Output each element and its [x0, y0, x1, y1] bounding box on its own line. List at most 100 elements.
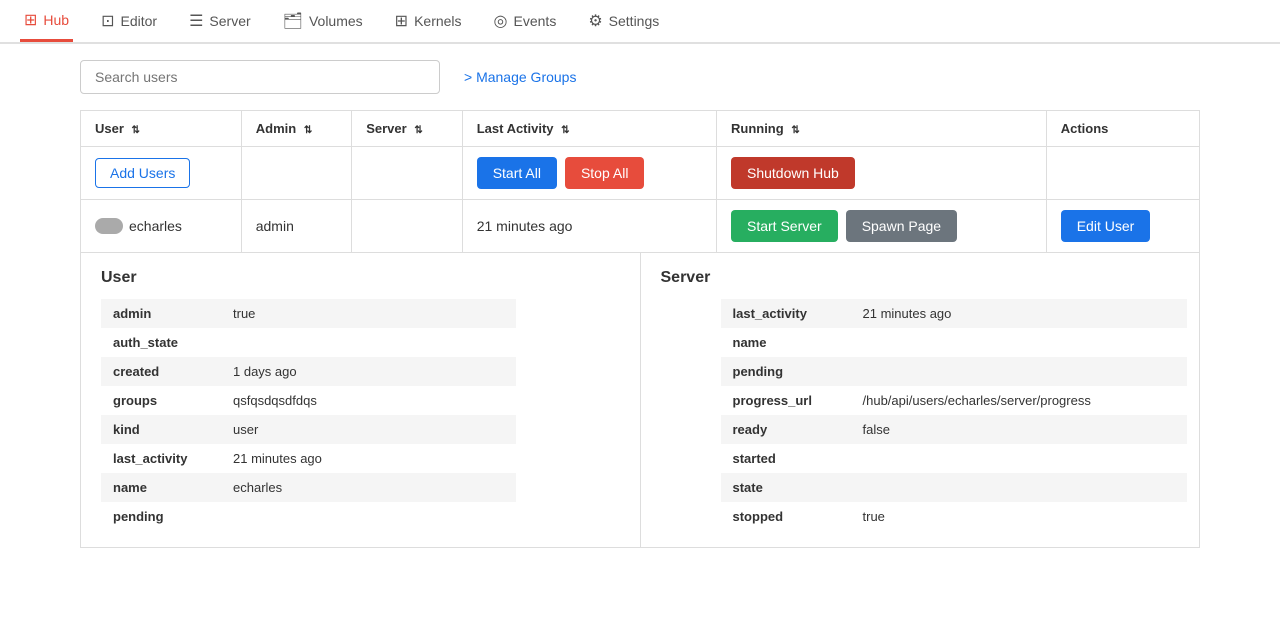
- server-actions-cell: [352, 147, 463, 200]
- col-admin: Admin ⇅: [241, 111, 351, 147]
- user-panel-title: User: [101, 269, 620, 287]
- last-activity-sort-icon[interactable]: ⇅: [561, 125, 569, 136]
- table-row: echarles admin 21 minutes ago Start Serv…: [81, 200, 1200, 253]
- shutdown-cell: Shutdown Hub: [716, 147, 1046, 200]
- events-icon: ◎: [494, 11, 508, 31]
- server-field-key: last_activity: [721, 299, 851, 328]
- admin-sort-icon[interactable]: ⇅: [304, 125, 312, 136]
- server-field-key: ready: [721, 415, 851, 444]
- col-running: Running ⇅: [716, 111, 1046, 147]
- nav-kernels-label: Kernels: [414, 13, 461, 29]
- search-input[interactable]: [80, 60, 440, 94]
- server-sort-icon[interactable]: ⇅: [414, 125, 422, 136]
- user-field-value: user: [221, 415, 516, 444]
- users-table: User ⇅ Admin ⇅ Server ⇅ Last Activity ⇅ …: [80, 110, 1200, 253]
- server-field-value: [851, 357, 1188, 386]
- user-admin-value: admin: [256, 218, 294, 234]
- server-field-value: [851, 473, 1188, 502]
- start-all-button[interactable]: Start All: [477, 157, 557, 189]
- nav-volumes[interactable]: 🗂 Volumes: [279, 0, 367, 42]
- server-field-key: started: [721, 444, 851, 473]
- nav-settings[interactable]: ⚙ Settings: [584, 0, 663, 42]
- spawn-page-button[interactable]: Spawn Page: [846, 210, 957, 242]
- volumes-icon: 🗂: [283, 11, 303, 31]
- user-action-buttons: Start Server Spawn Page: [731, 210, 1032, 242]
- server-detail-row: readyfalse: [721, 415, 1188, 444]
- server-field-value: false: [851, 415, 1188, 444]
- nav-events-label: Events: [514, 13, 557, 29]
- table-actions-row: Add Users Start All Stop All Shutdown Hu…: [81, 147, 1200, 200]
- editor-icon: ⊡: [101, 11, 114, 31]
- user-field-key: groups: [101, 386, 221, 415]
- server-icon: ☰: [189, 11, 203, 31]
- user-detail-table: admintrueauth_statecreated1 days agogrou…: [101, 299, 516, 531]
- server-field-value: [851, 444, 1188, 473]
- user-admin-cell: admin: [241, 200, 351, 253]
- user-running-cell: Start Server Spawn Page: [716, 200, 1046, 253]
- nav-server-label: Server: [209, 13, 250, 29]
- server-detail-row: name: [721, 328, 1188, 357]
- user-field-value: [221, 328, 516, 357]
- user-detail-row: auth_state: [101, 328, 516, 357]
- server-field-value: /hub/api/users/echarles/server/progress: [851, 386, 1188, 415]
- user-field-key: pending: [101, 502, 221, 531]
- user-field-value: 1 days ago: [221, 357, 516, 386]
- user-last-activity: 21 minutes ago: [477, 218, 573, 234]
- user-detail-row: groupsqsfqsdqsdfdqs: [101, 386, 516, 415]
- nav-settings-label: Settings: [609, 13, 660, 29]
- stop-all-button[interactable]: Stop All: [565, 157, 644, 189]
- server-detail-row: progress_url/hub/api/users/echarles/serv…: [721, 386, 1188, 415]
- user-field-value: qsfqsdqsdfdqs: [221, 386, 516, 415]
- server-field-key: pending: [721, 357, 851, 386]
- start-server-button[interactable]: Start Server: [731, 210, 838, 242]
- user-toggle-icon[interactable]: [95, 218, 123, 234]
- col-actions: Actions: [1046, 111, 1199, 147]
- nav-editor[interactable]: ⊡ Editor: [97, 0, 161, 42]
- user-field-key: auth_state: [101, 328, 221, 357]
- add-users-button[interactable]: Add Users: [95, 158, 190, 188]
- running-sort-icon[interactable]: ⇅: [791, 125, 799, 136]
- user-edit-cell: Edit User: [1046, 200, 1199, 253]
- nav-kernels[interactable]: ⊞ Kernels: [391, 0, 466, 42]
- user-field-value: [221, 502, 516, 531]
- user-name-cell: echarles: [81, 200, 242, 253]
- user-server-cell: [352, 200, 463, 253]
- user-field-value: 21 minutes ago: [221, 444, 516, 473]
- server-field-key: name: [721, 328, 851, 357]
- nav-volumes-label: Volumes: [309, 13, 363, 29]
- user-name: echarles: [129, 218, 182, 234]
- server-detail-panel: Server last_activity21 minutes agonamepe…: [640, 253, 1200, 547]
- nav-server[interactable]: ☰ Server: [185, 0, 255, 42]
- user-sort-icon[interactable]: ⇅: [132, 125, 140, 136]
- actions-cell-empty: [1046, 147, 1199, 200]
- user-field-key: name: [101, 473, 221, 502]
- add-users-cell: Add Users: [81, 147, 242, 200]
- nav-events[interactable]: ◎ Events: [490, 0, 561, 42]
- user-detail-row: kinduser: [101, 415, 516, 444]
- hub-icon: ⊞: [24, 10, 37, 30]
- admin-actions-cell: [241, 147, 351, 200]
- server-field-value: 21 minutes ago: [851, 299, 1188, 328]
- nav-editor-label: Editor: [121, 13, 158, 29]
- server-detail-row: started: [721, 444, 1188, 473]
- user-detail-row: nameecharles: [101, 473, 516, 502]
- manage-groups-link[interactable]: > Manage Groups: [464, 69, 576, 85]
- user-detail-row: admintrue: [101, 299, 516, 328]
- shutdown-hub-button[interactable]: Shutdown Hub: [731, 157, 855, 189]
- user-detail-row: created1 days ago: [101, 357, 516, 386]
- nav-hub-label: Hub: [43, 12, 69, 28]
- user-detail-row: pending: [101, 502, 516, 531]
- settings-icon: ⚙: [588, 11, 602, 31]
- col-server: Server ⇅: [352, 111, 463, 147]
- server-field-value: [851, 328, 1188, 357]
- user-field-value: true: [221, 299, 516, 328]
- kernels-icon: ⊞: [395, 11, 408, 31]
- edit-user-button[interactable]: Edit User: [1061, 210, 1151, 242]
- detail-panels: User admintrueauth_statecreated1 days ag…: [80, 253, 1200, 548]
- server-detail-row: last_activity21 minutes ago: [721, 299, 1188, 328]
- col-last-activity: Last Activity ⇅: [462, 111, 716, 147]
- start-stop-cell: Start All Stop All: [462, 147, 716, 200]
- top-nav: ⊞ Hub ⊡ Editor ☰ Server 🗂 Volumes ⊞ Kern…: [0, 0, 1280, 44]
- nav-hub[interactable]: ⊞ Hub: [20, 0, 73, 42]
- user-detail-panel: User admintrueauth_statecreated1 days ag…: [81, 253, 640, 547]
